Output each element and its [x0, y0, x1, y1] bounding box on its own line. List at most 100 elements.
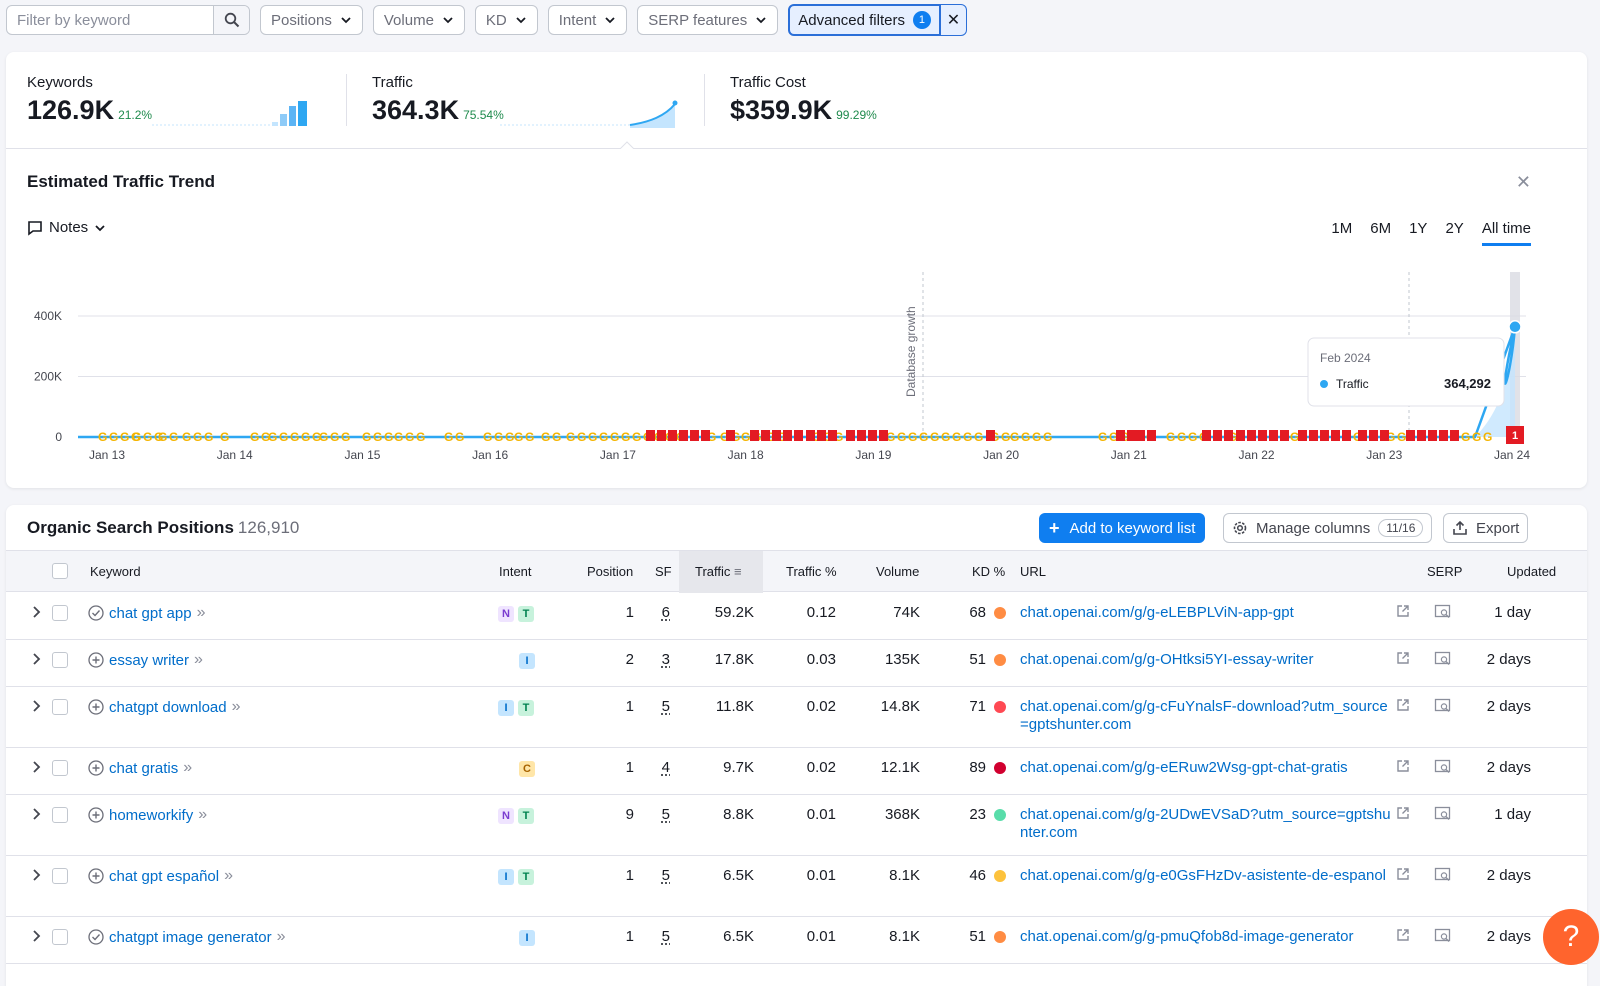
red-flag-marker[interactable] [1358, 430, 1367, 441]
url-link[interactable]: chat.openai.com/g/g-cFuYnalsF-download?u… [1020, 698, 1388, 733]
keyword-link[interactable]: chatgpt download [109, 699, 227, 716]
google-update-marker[interactable]: G [741, 430, 750, 444]
red-flag-marker[interactable] [857, 430, 866, 441]
red-flag-marker[interactable] [879, 430, 888, 441]
red-flag-marker[interactable] [806, 430, 815, 441]
google-update-marker[interactable]: G [941, 430, 950, 444]
red-flag-marker[interactable] [1136, 430, 1145, 441]
keyword-link[interactable]: chatgpt image generator [109, 929, 272, 946]
google-update-marker[interactable]: G [1043, 430, 1052, 444]
google-update-marker[interactable]: G [120, 430, 129, 444]
google-update-marker[interactable]: G [952, 430, 961, 444]
sf-cell[interactable]: 3 [646, 651, 670, 668]
col-keyword[interactable]: Keyword [90, 551, 141, 593]
google-update-marker[interactable]: G [1010, 430, 1019, 444]
google-update-marker[interactable]: G [341, 430, 350, 444]
red-flag-marker[interactable] [1247, 430, 1256, 441]
google-update-marker[interactable]: G [384, 430, 393, 444]
keyword-link[interactable]: homeworkify [109, 807, 193, 824]
red-flag-marker[interactable] [1224, 430, 1233, 441]
url-link[interactable]: chat.openai.com/g/g-eERuw2Wsg-gpt-chat-g… [1020, 759, 1348, 776]
google-update-marker[interactable]: G [632, 430, 641, 444]
external-link-icon[interactable] [1396, 867, 1410, 885]
expand-row-button[interactable] [30, 604, 42, 624]
google-update-marker[interactable]: G [1166, 430, 1175, 444]
google-update-marker[interactable]: G [143, 430, 152, 444]
google-update-marker[interactable]: G [514, 430, 523, 444]
google-update-marker[interactable]: G [301, 430, 310, 444]
google-update-marker[interactable]: G [330, 430, 339, 444]
red-flag-marker[interactable] [783, 430, 792, 441]
google-update-marker[interactable]: G [250, 430, 259, 444]
red-flag-marker[interactable] [701, 430, 710, 441]
double-chevron-icon[interactable]: » [232, 698, 241, 716]
double-chevron-icon[interactable]: » [183, 759, 192, 777]
sf-cell[interactable]: 6 [646, 604, 670, 621]
google-update-marker[interactable]: G [373, 430, 382, 444]
notes-dropdown[interactable]: Notes [27, 219, 106, 236]
google-update-marker[interactable]: G [494, 430, 503, 444]
red-flag-marker[interactable] [679, 430, 688, 441]
google-update-marker[interactable]: G [268, 430, 277, 444]
red-flag-marker[interactable] [1369, 430, 1378, 441]
google-update-marker[interactable]: G [279, 430, 288, 444]
clear-advanced-filters-button[interactable]: ✕ [940, 4, 967, 36]
red-flag-marker[interactable] [1298, 430, 1307, 441]
range-1y[interactable]: 1Y [1409, 220, 1427, 246]
red-flag-marker[interactable] [1417, 430, 1426, 441]
double-chevron-icon[interactable]: » [198, 806, 207, 824]
red-flag-marker[interactable] [1380, 430, 1389, 441]
red-flag-marker[interactable] [690, 430, 699, 441]
red-flag-marker[interactable] [772, 430, 781, 441]
sf-cell[interactable]: 5 [646, 698, 670, 715]
red-flag-marker[interactable] [794, 430, 803, 441]
google-update-marker[interactable]: G [1472, 430, 1481, 444]
col-sf[interactable]: SF [655, 551, 672, 593]
red-flag-marker[interactable] [846, 430, 855, 441]
google-update-marker[interactable]: G [220, 430, 229, 444]
manage-columns-button[interactable]: Manage columns 11/16 [1223, 513, 1433, 543]
row-checkbox[interactable] [52, 868, 68, 884]
google-update-marker[interactable]: G [193, 430, 202, 444]
volume-filter[interactable]: Volume [372, 5, 465, 35]
red-flag-marker[interactable] [1213, 430, 1222, 441]
red-flag-marker[interactable] [668, 430, 677, 441]
red-flag-marker[interactable] [1258, 430, 1267, 441]
external-link-icon[interactable] [1396, 698, 1410, 716]
google-update-marker[interactable]: G [182, 430, 191, 444]
google-update-marker[interactable]: G [416, 430, 425, 444]
red-flag-marker[interactable] [1428, 430, 1437, 441]
google-update-marker[interactable]: G [169, 430, 178, 444]
search-button[interactable] [213, 6, 249, 34]
red-flag-marker[interactable] [657, 430, 666, 441]
metric-keywords[interactable]: Keywords 126.9K 21.2% [27, 74, 307, 126]
row-checkbox[interactable] [52, 929, 68, 945]
range-6m[interactable]: 6M [1370, 220, 1391, 246]
row-checkbox[interactable] [52, 652, 68, 668]
advanced-filters-button[interactable]: Advanced filters 1 [788, 4, 941, 36]
serp-preview-icon[interactable] [1434, 867, 1452, 887]
google-update-marker[interactable]: G [919, 430, 928, 444]
google-update-marker[interactable]: G [1098, 430, 1107, 444]
row-checkbox[interactable] [52, 760, 68, 776]
intent-filter[interactable]: Intent [547, 5, 628, 35]
serp-preview-icon[interactable] [1434, 928, 1452, 948]
google-update-marker[interactable]: G [98, 430, 107, 444]
google-update-marker[interactable]: G [1021, 430, 1030, 444]
google-update-marker[interactable]: G [405, 430, 414, 444]
google-update-marker[interactable]: G [1001, 430, 1010, 444]
row-checkbox[interactable] [52, 807, 68, 823]
traffic-point[interactable] [1508, 320, 1522, 334]
google-update-marker[interactable]: G [566, 430, 575, 444]
sf-cell[interactable]: 5 [646, 806, 670, 823]
google-update-marker[interactable]: G [1290, 430, 1299, 444]
sf-cell[interactable]: 5 [646, 867, 670, 884]
double-chevron-icon[interactable]: » [194, 651, 203, 669]
help-button[interactable]: ? [1543, 909, 1599, 965]
keyword-filter-input[interactable] [7, 6, 213, 34]
google-update-marker[interactable]: G [1032, 430, 1041, 444]
col-position[interactable]: Position [587, 551, 633, 593]
red-flag-marker[interactable] [986, 430, 995, 441]
serp-preview-icon[interactable] [1434, 698, 1452, 718]
google-update-marker[interactable]: G [290, 430, 299, 444]
